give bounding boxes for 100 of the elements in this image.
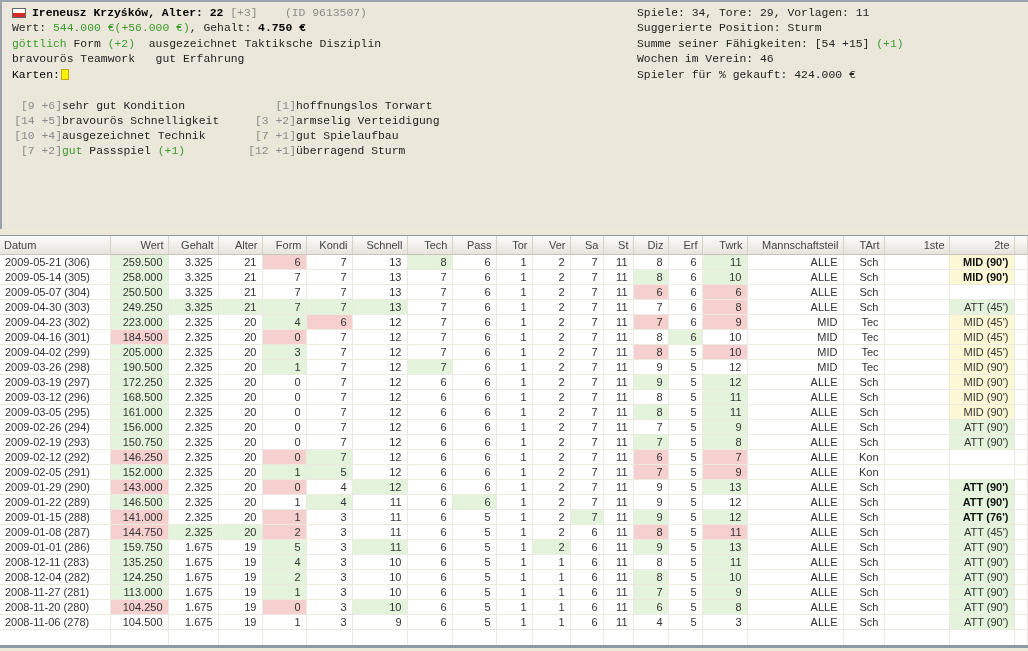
table-cell: ALLE bbox=[747, 524, 843, 540]
table-cell: 12 bbox=[352, 464, 407, 480]
table-cell: 2 bbox=[532, 419, 570, 435]
table-cell: 11 bbox=[603, 284, 633, 300]
table-cell: 11 bbox=[603, 329, 633, 345]
table-cell: 6 bbox=[570, 584, 603, 600]
column-header[interactable]: 1ste bbox=[884, 236, 949, 255]
table-cell: Sch bbox=[843, 299, 884, 315]
table-cell: 5 bbox=[452, 524, 496, 540]
table-cell: 1 bbox=[496, 344, 532, 360]
column-header[interactable]: Datum bbox=[0, 236, 110, 255]
table-cell: MID bbox=[747, 344, 843, 360]
table-cell: 10 bbox=[352, 569, 407, 585]
table-cell: 7 bbox=[570, 329, 603, 345]
table-cell: 6 bbox=[407, 614, 452, 630]
table-cell: MID bbox=[747, 329, 843, 345]
table-cell: 6 bbox=[452, 359, 496, 375]
table-cell: 6 bbox=[452, 434, 496, 450]
table-cell: Sch bbox=[843, 554, 884, 570]
table-cell: 2 bbox=[532, 509, 570, 525]
table-cell: 1 bbox=[496, 614, 532, 630]
column-header[interactable]: Mannschaftsteil bbox=[747, 236, 843, 255]
table-cell: 1 bbox=[496, 434, 532, 450]
table-cell: ALLE bbox=[747, 389, 843, 405]
table-cell: ALLE bbox=[747, 539, 843, 555]
skill-text: hoffnungslos Torwart bbox=[296, 98, 434, 114]
table-cell: 1.675 bbox=[168, 614, 218, 630]
column-header[interactable]: TArt bbox=[843, 236, 884, 255]
table-cell: ALLE bbox=[747, 269, 843, 285]
column-header[interactable]: 2te bbox=[949, 236, 1014, 255]
column-header[interactable]: Tor bbox=[496, 236, 532, 255]
table-cell: 2.325 bbox=[168, 404, 218, 420]
table-cell: 7 bbox=[570, 434, 603, 450]
table-cell: 7 bbox=[306, 284, 352, 300]
column-header[interactable]: St bbox=[603, 236, 633, 255]
table-cell: 2008-11-20 (280) bbox=[0, 599, 110, 615]
table-cell: 11 bbox=[603, 389, 633, 405]
table-cell: 6 bbox=[407, 464, 452, 480]
table-cell: 6 bbox=[452, 314, 496, 330]
table-cell: 2 bbox=[532, 434, 570, 450]
column-header[interactable]: Ver bbox=[532, 236, 570, 255]
column-header[interactable]: Erf bbox=[668, 236, 702, 255]
column-header[interactable]: Twrk bbox=[702, 236, 747, 255]
skill-text: armselig Verteidigung bbox=[296, 113, 441, 129]
column-header[interactable]: Sa bbox=[570, 236, 603, 255]
table-cell: 7 bbox=[570, 359, 603, 375]
column-header[interactable]: Pass bbox=[452, 236, 496, 255]
column-header[interactable]: Wert bbox=[110, 236, 168, 255]
table-cell: 3.325 bbox=[168, 269, 218, 285]
table-cell: 3 bbox=[306, 569, 352, 585]
table-cell: 12 bbox=[352, 359, 407, 375]
skill-value: [14 +5] bbox=[13, 113, 62, 129]
table-cell: 2 bbox=[532, 269, 570, 285]
table-cell: 2009-02-05 (291) bbox=[0, 464, 110, 480]
column-header[interactable]: Tech bbox=[407, 236, 452, 255]
table-cell: 2 bbox=[532, 464, 570, 480]
table-cell: 2009-05-14 (305) bbox=[0, 269, 110, 285]
table-cell: 20 bbox=[218, 434, 262, 450]
table-cell: 5 bbox=[668, 374, 702, 390]
table-cell: 7 bbox=[306, 269, 352, 285]
table-cell: MID bbox=[747, 359, 843, 375]
stats-text: Spieler für % gekauft: 424.000 € bbox=[637, 68, 856, 81]
table-cell: 21 bbox=[218, 269, 262, 285]
column-header[interactable]: Form bbox=[262, 236, 306, 255]
table-cell: 1 bbox=[262, 614, 306, 630]
table-cell: 6 bbox=[452, 419, 496, 435]
table-cell: Sch bbox=[843, 419, 884, 435]
table-cell: 2 bbox=[532, 359, 570, 375]
column-header[interactable]: Kondi bbox=[306, 236, 352, 255]
table-cell: ALLE bbox=[747, 599, 843, 615]
table-cell: 6 bbox=[668, 314, 702, 330]
info-text: Ireneusz Krzyśków, Alter: 22 [+3] (ID 9613507) bbox=[32, 6, 367, 19]
column-header[interactable]: Diz bbox=[633, 236, 668, 255]
table-cell: Tec bbox=[843, 359, 884, 375]
table-cell: 13 bbox=[352, 284, 407, 300]
table-cell: 1 bbox=[496, 569, 532, 585]
table-cell: 2 bbox=[532, 314, 570, 330]
cards-label: Karten: bbox=[12, 68, 60, 81]
table-cell: ALLE bbox=[747, 299, 843, 315]
table-cell: 1 bbox=[496, 584, 532, 600]
table-cell: 6 bbox=[407, 554, 452, 570]
table-cell: 6 bbox=[407, 419, 452, 435]
table-cell: Tec bbox=[843, 344, 884, 360]
column-header[interactable]: Schnell bbox=[352, 236, 407, 255]
table-cell: 2009-01-22 (289) bbox=[0, 494, 110, 510]
table-cell: 2 bbox=[532, 404, 570, 420]
table-cell: 1.675 bbox=[168, 554, 218, 570]
table-cell: Sch bbox=[843, 539, 884, 555]
table-cell: 11 bbox=[603, 524, 633, 540]
column-header[interactable]: Gehalt bbox=[168, 236, 218, 255]
table-cell: 5 bbox=[668, 569, 702, 585]
skill-text: überragend Sturm bbox=[296, 143, 407, 159]
table-cell: 6 bbox=[452, 344, 496, 360]
table-cell: 1 bbox=[496, 419, 532, 435]
table-cell: 6 bbox=[452, 374, 496, 390]
table-cell: ALLE bbox=[747, 284, 843, 300]
column-header[interactable]: Alter bbox=[218, 236, 262, 255]
table-cell: 1.675 bbox=[168, 569, 218, 585]
table-cell: 7 bbox=[570, 419, 603, 435]
table-cell: 7 bbox=[262, 269, 306, 285]
